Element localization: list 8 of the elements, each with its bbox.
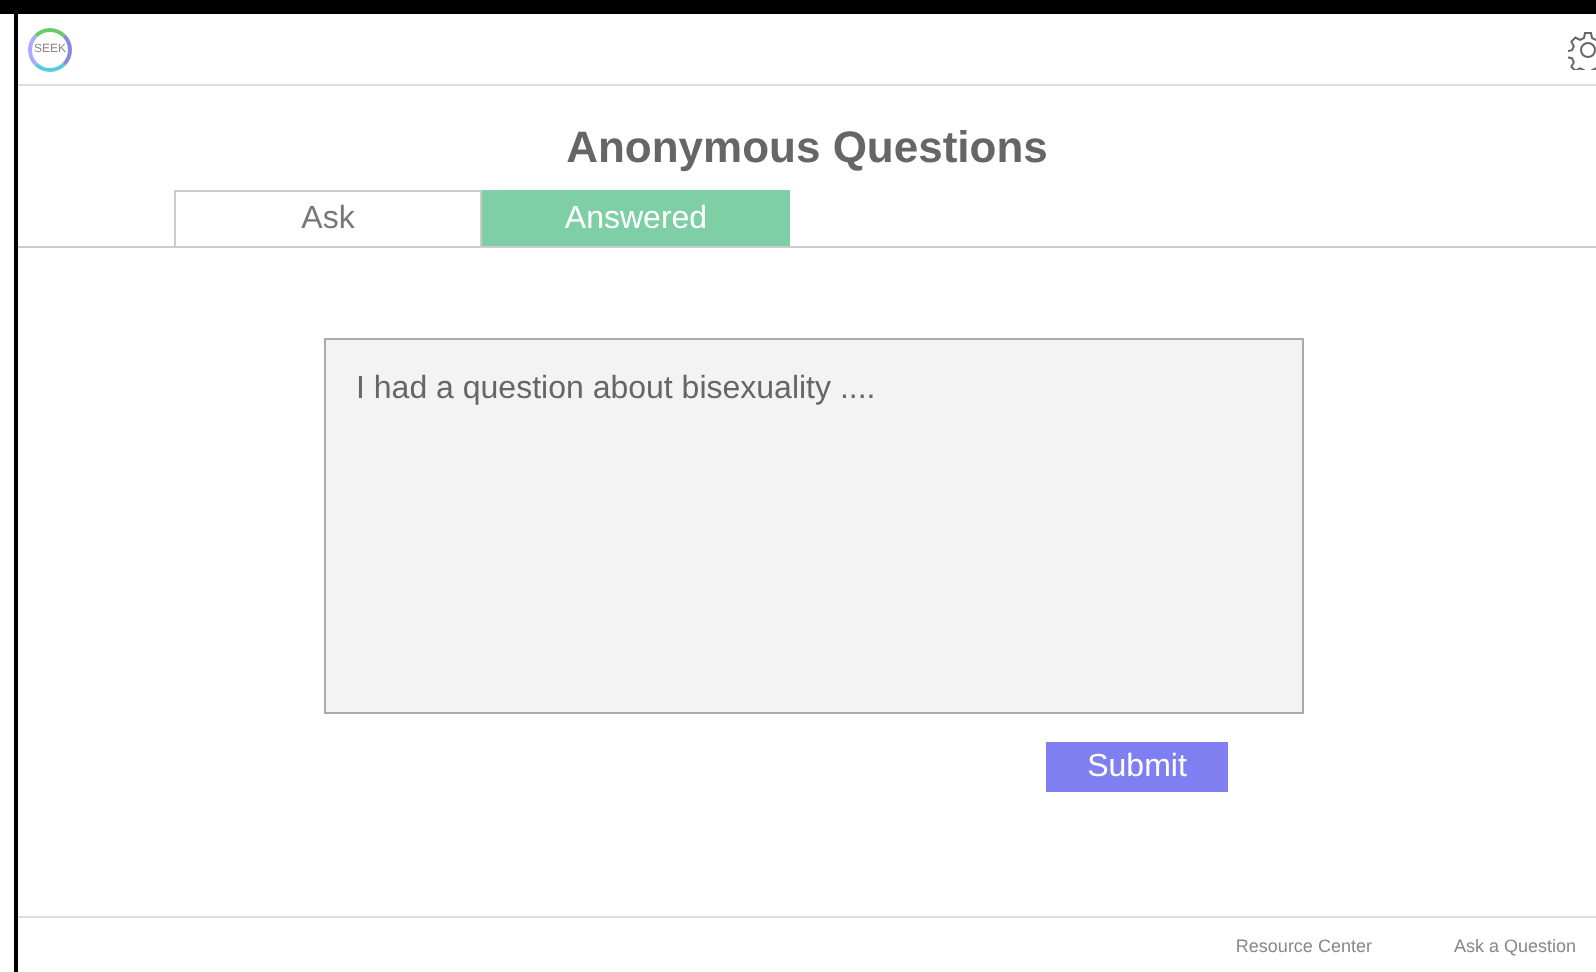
footer-link[interactable]: Resource Center	[1235, 935, 1372, 955]
settings-icon[interactable]	[1568, 29, 1596, 69]
page-title: Anonymous Questions	[564, 122, 1050, 174]
submit-button[interactable]: Submit	[1046, 742, 1228, 792]
question-field[interactable]: I had a question about bisexuality ....	[324, 338, 1304, 714]
tab[interactable]: Answered	[482, 190, 790, 246]
footer-link[interactable]: Ask a Question	[1453, 935, 1576, 955]
tab[interactable]: Ask	[174, 190, 482, 246]
